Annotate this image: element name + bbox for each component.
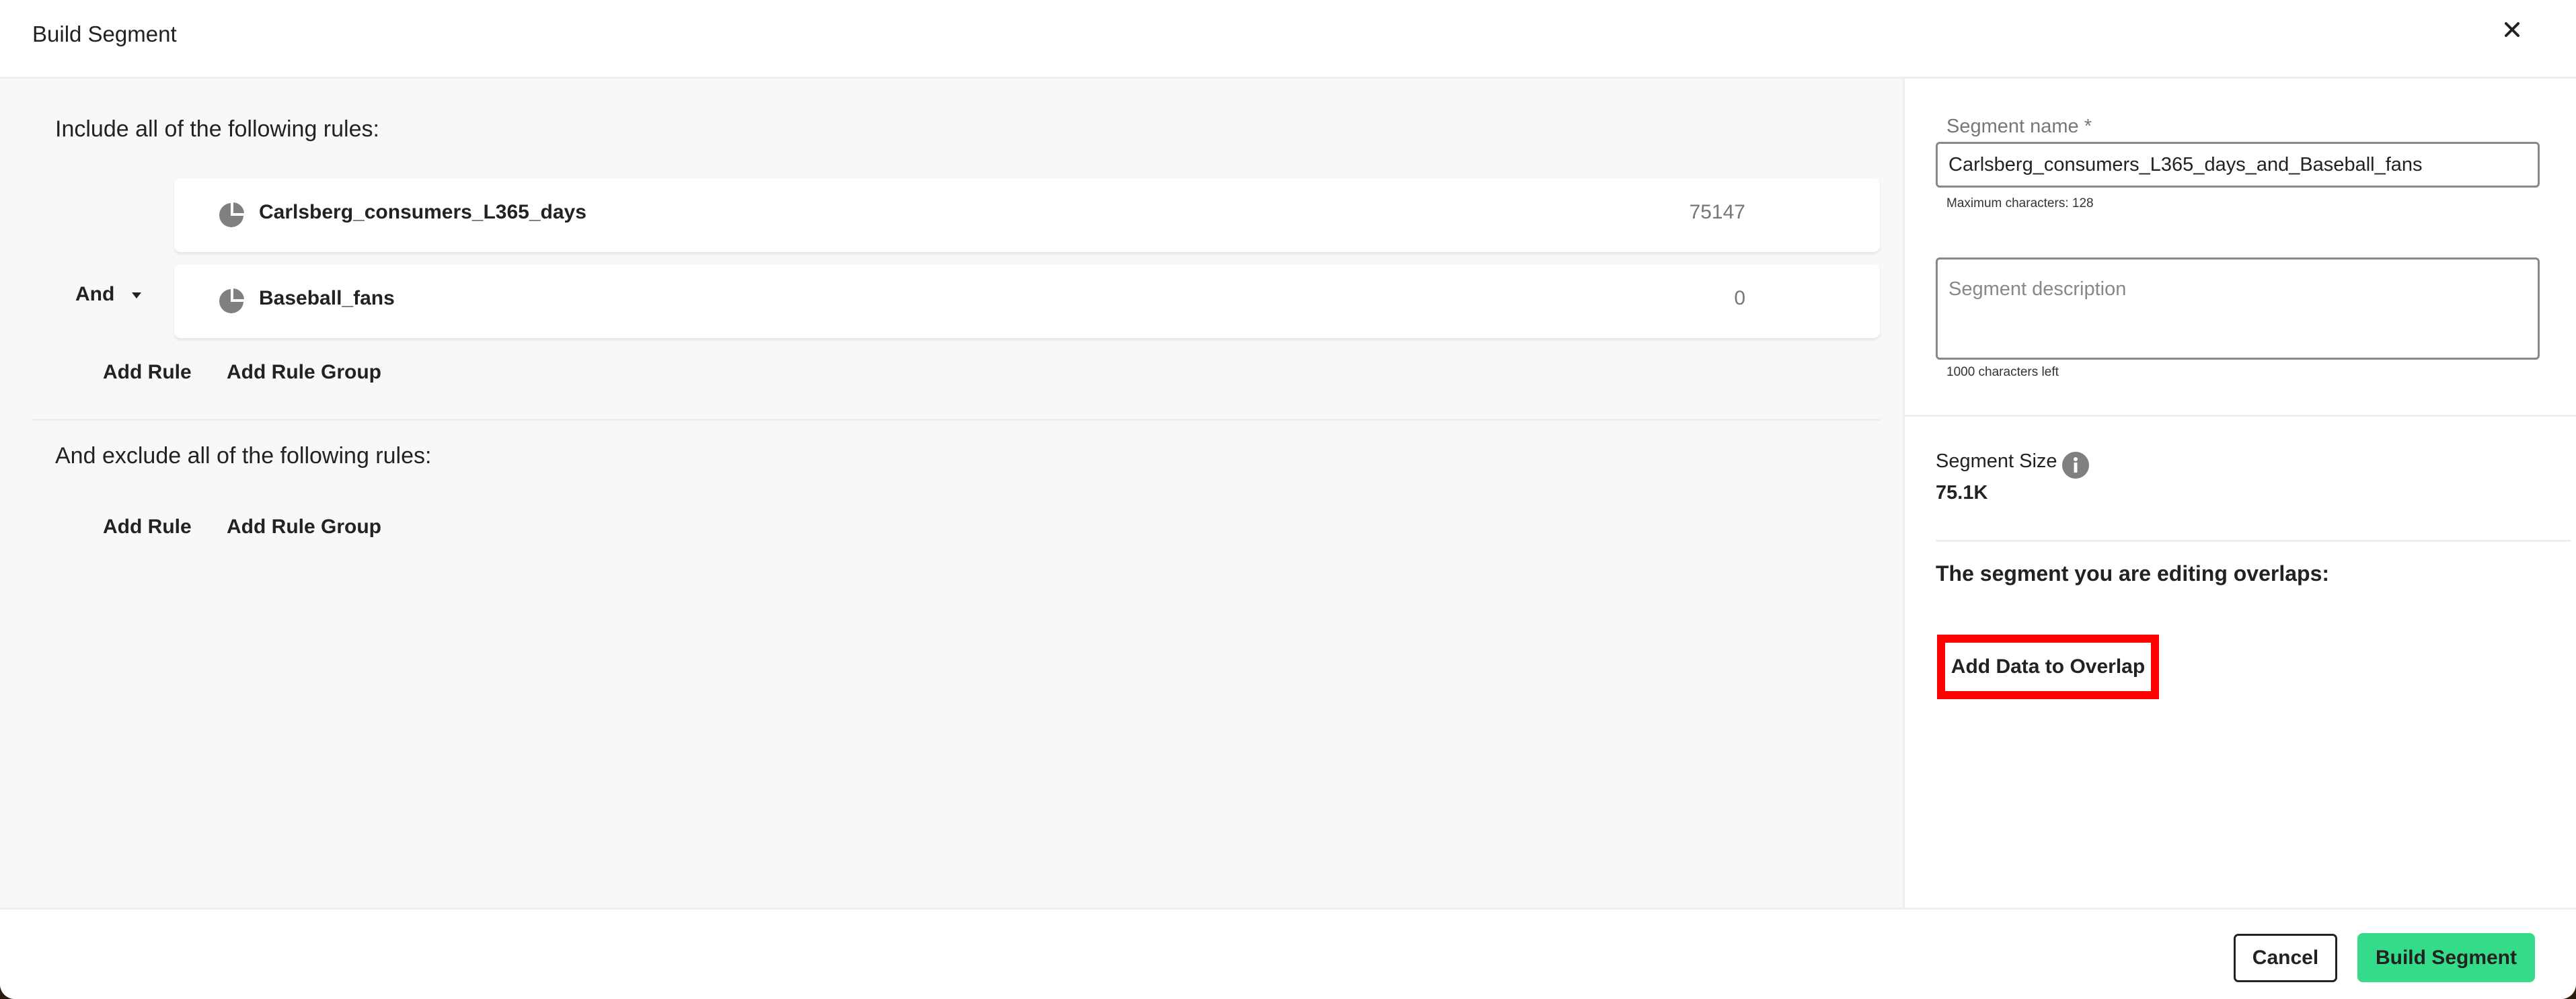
cancel-button[interactable]: Cancel [2234, 934, 2337, 982]
segment-description-helper: 1000 characters left [1946, 365, 2059, 379]
segment-properties-panel: Segment name * Maximum characters: 128 1… [1905, 79, 2576, 908]
rule-card[interactable]: Carlsberg_consumers_L365_days 75147 [174, 178, 1880, 252]
segment-name-input[interactable] [1936, 142, 2540, 188]
pie-chart-icon [219, 288, 244, 313]
modal-header: Build Segment [0, 0, 2576, 79]
build-segment-modal: Build Segment Include all of the followi… [0, 0, 2576, 999]
close-button[interactable] [2500, 17, 2524, 42]
add-data-to-overlap-button[interactable]: Add Data to Overlap [1937, 635, 2159, 699]
close-icon [2505, 22, 2520, 37]
modal-footer: Cancel Build Segment [0, 908, 2576, 999]
panel-divider [1936, 540, 2571, 542]
panel-divider [1905, 415, 2576, 417]
segment-description-input[interactable] [1936, 257, 2540, 360]
segment-name-label: Segment name * [1946, 116, 2092, 137]
rule-count: 75147 [1689, 201, 1745, 223]
segment-name-helper: Maximum characters: 128 [1946, 196, 2094, 210]
combinator-label: And [75, 283, 115, 305]
include-add-rule-group-button[interactable]: Add Rule Group [227, 361, 381, 384]
exclude-add-rule-button[interactable]: Add Rule [103, 516, 192, 538]
combinator-dropdown[interactable]: And [75, 283, 142, 306]
rule-name: Carlsberg_consumers_L365_days [259, 201, 586, 223]
rule-builder-pane: Include all of the following rules: Carl… [0, 79, 1905, 908]
include-add-rule-button[interactable]: Add Rule [103, 361, 192, 384]
caret-down-icon [132, 292, 142, 298]
info-icon[interactable] [2062, 452, 2089, 479]
segment-size-value: 75.1K [1936, 482, 1988, 504]
exclude-heading: And exclude all of the following rules: [55, 443, 432, 469]
rule-count: 0 [1734, 287, 1745, 309]
overlap-title: The segment you are editing overlaps: [1936, 561, 2330, 586]
pie-chart-icon [219, 202, 244, 227]
rule-name: Baseball_fans [259, 287, 395, 309]
include-heading: Include all of the following rules: [55, 116, 379, 142]
section-divider [32, 419, 1881, 421]
segment-size-label: Segment Size [1936, 450, 2057, 472]
exclude-add-rule-group-button[interactable]: Add Rule Group [227, 516, 381, 538]
build-segment-button[interactable]: Build Segment [2357, 933, 2535, 982]
modal-title: Build Segment [32, 22, 177, 46]
rule-card[interactable]: Baseball_fans 0 [174, 264, 1880, 338]
